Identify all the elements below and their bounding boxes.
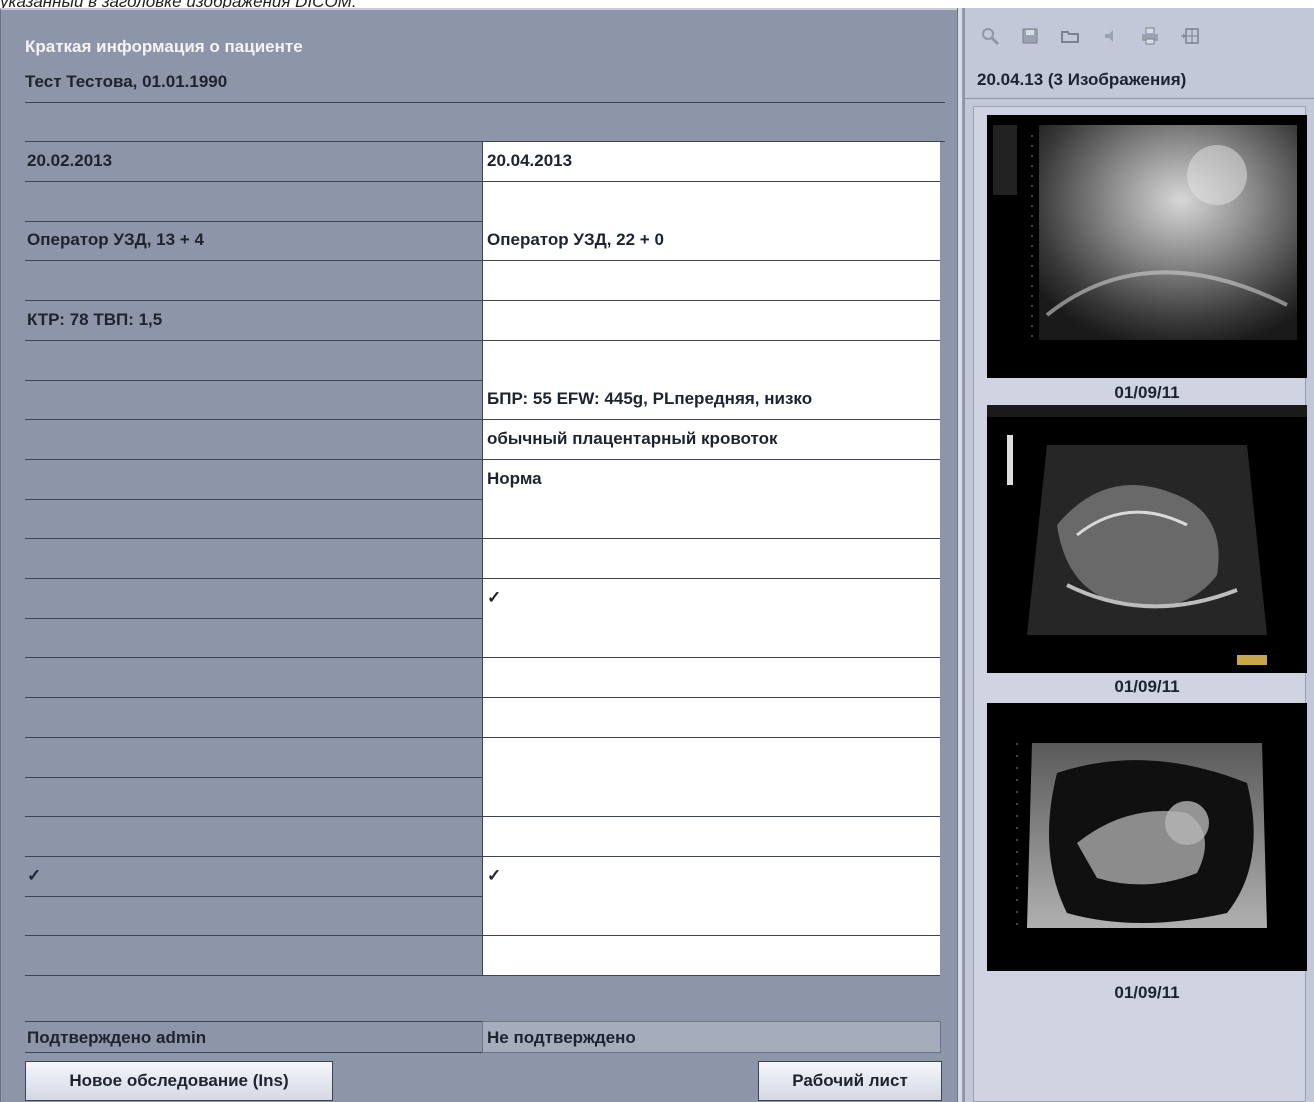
- layout-icon[interactable]: [1179, 26, 1201, 46]
- image-viewer-panel: 20.04.13 (3 Изображения) 01/09/11 01/09/…: [963, 8, 1314, 1102]
- current-exam-cell[interactable]: [482, 499, 940, 539]
- table-row: обычный плацентарный кровоток: [25, 420, 945, 460]
- prev-exam-cell: [25, 817, 482, 857]
- table-row: [25, 261, 945, 301]
- prev-exam-cell: [25, 698, 482, 738]
- zoom-icon[interactable]: [979, 26, 1001, 46]
- current-exam-cell[interactable]: БПР: 55 EFW: 445g, PLпередняя, низко: [482, 380, 940, 420]
- current-exam-cell[interactable]: [482, 658, 940, 698]
- current-exam-cell[interactable]: 20.04.2013: [482, 142, 940, 182]
- table-row: Норма: [25, 460, 945, 500]
- print-icon[interactable]: [1139, 26, 1161, 46]
- prev-exam-cell: [25, 738, 482, 778]
- table-row: [25, 817, 945, 857]
- table-row: ✓: [25, 579, 945, 619]
- current-exam-cell[interactable]: [482, 341, 940, 381]
- current-exam-cell[interactable]: обычный плацентарный кровоток: [482, 420, 940, 460]
- current-exam-cell[interactable]: [482, 261, 940, 301]
- viewer-divider: [965, 98, 1314, 99]
- current-exam-check-icon[interactable]: ✓: [482, 857, 940, 897]
- current-exam-cell[interactable]: Норма: [482, 460, 940, 500]
- table-row: [25, 499, 945, 539]
- save-icon[interactable]: [1019, 26, 1041, 46]
- prev-exam-cell: [25, 261, 482, 301]
- current-exam-cell[interactable]: [482, 738, 940, 778]
- prev-exam-cell: [25, 182, 482, 222]
- current-exam-cell[interactable]: Оператор УЗД, 22 + 0: [482, 221, 940, 261]
- status-not-confirmed: Не подтверждено: [482, 1021, 941, 1053]
- prev-exam-cell: [25, 460, 482, 500]
- table-row: КТР: 78 ТВП: 1,5: [25, 301, 945, 341]
- prev-exam-cell: 20.02.2013: [25, 142, 482, 182]
- volume-icon[interactable]: [1099, 26, 1121, 46]
- current-exam-cell[interactable]: [482, 777, 940, 817]
- prev-exam-cell: [25, 936, 482, 976]
- table-row: ✓ ✓: [25, 857, 945, 897]
- prev-exam-cell: [25, 618, 482, 658]
- status-row: Подтверждено admin Не подтверждено: [25, 1021, 941, 1053]
- patient-summary-panel: Краткая информация о пациенте Тест Тесто…: [0, 8, 957, 1102]
- current-exam-cell[interactable]: [482, 301, 940, 341]
- ultrasound-thumbnail-1[interactable]: [987, 115, 1307, 378]
- patient-name: Тест Тестова, 01.01.1990: [25, 72, 228, 91]
- thumbnail-list: 01/09/11 01/09/11 01/09/11: [973, 106, 1307, 1102]
- prev-exam-cell: [25, 420, 482, 460]
- table-row: БПР: 55 EFW: 445g, PLпередняя, низко: [25, 380, 945, 420]
- current-exam-cell[interactable]: [482, 618, 940, 658]
- prev-exam-cell: [25, 341, 482, 381]
- folder-icon[interactable]: [1059, 26, 1081, 46]
- current-exam-cell[interactable]: [482, 698, 940, 738]
- prev-exam-check-icon: ✓: [25, 857, 482, 897]
- table-row: [25, 182, 945, 222]
- current-exam-cell[interactable]: [482, 182, 940, 222]
- prev-exam-cell: [25, 896, 482, 936]
- ultrasound-thumbnail-3[interactable]: [987, 703, 1307, 971]
- ultrasound-thumbnail-2[interactable]: [987, 405, 1307, 673]
- study-title: 20.04.13 (3 Изображения): [977, 70, 1187, 89]
- prev-exam-cell: [25, 777, 482, 817]
- table-row: [25, 777, 945, 817]
- prev-exam-cell: [25, 658, 482, 698]
- current-exam-cell[interactable]: [482, 539, 940, 579]
- table-row: [25, 341, 945, 381]
- table-row: [25, 738, 945, 778]
- table-row: 20.02.2013 20.04.2013: [25, 142, 945, 182]
- viewer-toolbar: [965, 18, 1314, 56]
- current-exam-cell[interactable]: [482, 936, 940, 976]
- prev-exam-cell: [25, 499, 482, 539]
- header-divider: [25, 102, 945, 103]
- prev-exam-cell: [25, 579, 482, 619]
- new-exam-button[interactable]: Новое обследование (Ins): [25, 1061, 333, 1101]
- prev-exam-cell: [25, 380, 482, 420]
- worksheet-button[interactable]: Рабочий лист: [758, 1061, 942, 1101]
- thumbnail-date-1: 01/09/11: [1114, 383, 1180, 402]
- table-row: Оператор УЗД, 13 + 4 Оператор УЗД, 22 + 0: [25, 221, 945, 261]
- prev-exam-cell: КТР: 78 ТВП: 1,5: [25, 301, 482, 341]
- prev-exam-cell: Оператор УЗД, 13 + 4: [25, 221, 482, 261]
- table-row: [25, 539, 945, 579]
- table-row: [25, 618, 945, 658]
- prev-exam-cell: [25, 539, 482, 579]
- current-exam-check-icon[interactable]: ✓: [482, 579, 940, 619]
- table-row: [25, 658, 945, 698]
- table-row: [25, 896, 945, 936]
- page-caption: указанный в заголовке изображения DICOM.: [0, 0, 1314, 8]
- thumbnail-date-2: 01/09/11: [1114, 677, 1180, 696]
- status-confirmed: Подтверждено admin: [25, 1021, 482, 1053]
- table-row: [25, 698, 945, 738]
- current-exam-cell[interactable]: [482, 896, 940, 936]
- panel-title: Краткая информация о пациенте: [25, 37, 303, 56]
- thumbnail-date-3: 01/09/11: [1114, 983, 1180, 1002]
- table-row: [25, 936, 945, 976]
- current-exam-cell[interactable]: [482, 817, 940, 857]
